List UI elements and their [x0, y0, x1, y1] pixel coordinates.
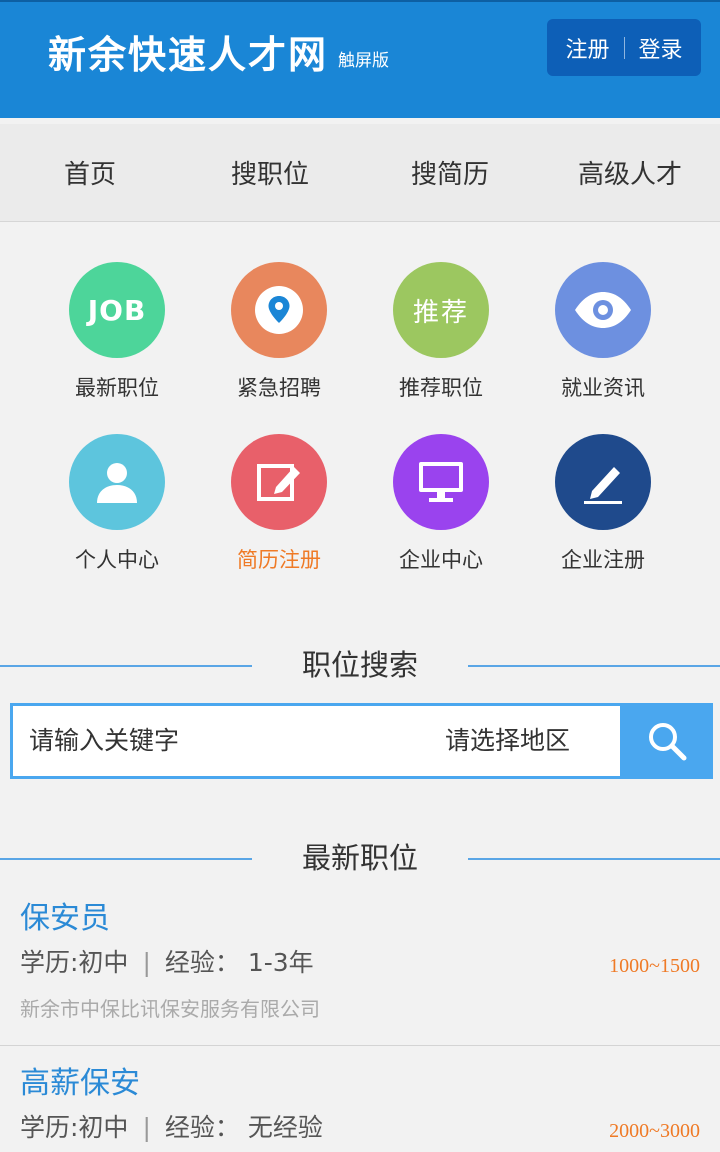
- job-title[interactable]: 保安员: [20, 893, 110, 937]
- job-salary: 1000~1500: [609, 955, 700, 977]
- nav-item-senior-talent[interactable]: 高级人才: [540, 124, 720, 221]
- grid-item-enterprise-register[interactable]: 企业注册: [523, 434, 683, 574]
- job-meta: 学历:初中 | 经验： 1-3年: [20, 943, 314, 979]
- eye-icon: [555, 262, 651, 358]
- meta-separator: |: [142, 948, 151, 977]
- nav-item-search-jobs[interactable]: 搜职位: [180, 124, 360, 221]
- header: 新余快速人才网 触屏版 注册 登录: [0, 0, 720, 118]
- recommend-icon: 推荐: [393, 262, 489, 358]
- nav-item-home[interactable]: 首页: [0, 124, 180, 221]
- auth-box: 注册 登录: [547, 19, 701, 76]
- edit-icon: [231, 434, 327, 530]
- grid-item-label: 就业资讯: [561, 376, 645, 400]
- grid-item-resume-register[interactable]: 简历注册: [199, 434, 359, 574]
- search-icon: [648, 723, 686, 761]
- job-experience: 经验： 1-3年: [164, 948, 314, 977]
- main-nav: 首页 搜职位 搜简历 高级人才: [0, 124, 720, 222]
- feature-grid: JOB 最新职位 紧急招聘 推荐 推荐职位 就业资讯 个人中心 简历注册 企业中…: [0, 222, 720, 622]
- login-button[interactable]: 登录: [639, 32, 683, 64]
- auth-divider: [623, 36, 625, 59]
- job-education: 学历:初中: [20, 1113, 129, 1142]
- latest-section-header: 最新职位: [0, 838, 720, 878]
- job-meta: 学历:初中 | 经验： 无经验: [20, 1108, 323, 1144]
- job-list-item[interactable]: 保安员 学历:初中 | 经验： 1-3年 1000~1500 新余市中保比讯保安服务…: [0, 893, 720, 1043]
- site-subtitle: 触屏版: [338, 51, 389, 71]
- grid-item-label: 推荐职位: [399, 376, 483, 400]
- grid-item-label: 企业注册: [561, 548, 645, 572]
- grid-item-label: 最新职位: [75, 376, 159, 400]
- job-salary: 2000~3000: [609, 1120, 700, 1142]
- job-company: 新余市中保比讯保安服务有限公司: [20, 997, 320, 1021]
- job-education: 学历:初中: [20, 948, 129, 977]
- site-title[interactable]: 新余快速人才网: [48, 24, 328, 79]
- grid-item-label: 企业中心: [399, 548, 483, 572]
- register-button[interactable]: 注册: [565, 32, 609, 64]
- meta-separator: |: [142, 1113, 151, 1142]
- nav-item-search-resumes[interactable]: 搜简历: [360, 124, 540, 221]
- monitor-icon: [393, 434, 489, 530]
- search-section-header: 职位搜索: [0, 645, 720, 685]
- user-icon: [69, 434, 165, 530]
- grid-item-label: 紧急招聘: [237, 376, 321, 400]
- job-title[interactable]: 高薪保安: [20, 1058, 140, 1102]
- search-button[interactable]: [620, 703, 713, 779]
- grid-item-latest-jobs[interactable]: JOB 最新职位: [37, 262, 197, 402]
- grid-item-personal-center[interactable]: 个人中心: [37, 434, 197, 574]
- keyword-input[interactable]: 请输入关键字: [29, 706, 179, 776]
- grid-item-enterprise-center[interactable]: 企业中心: [361, 434, 521, 574]
- grid-item-label: 个人中心: [75, 548, 159, 572]
- pen-icon: [555, 434, 651, 530]
- grid-item-employment-news[interactable]: 就业资讯: [523, 262, 683, 402]
- area-select[interactable]: 请选择地区: [445, 706, 570, 776]
- grid-item-label: 简历注册: [237, 548, 321, 572]
- search-bar: 请输入关键字 请选择地区: [10, 703, 713, 779]
- divider-line: [468, 665, 720, 667]
- job-list-item[interactable]: 高薪保安 学历:初中 | 经验： 无经验 2000~3000: [0, 1058, 720, 1152]
- grid-item-urgent-hiring[interactable]: 紧急招聘: [199, 262, 359, 402]
- grid-item-recommended-jobs[interactable]: 推荐 推荐职位: [361, 262, 521, 402]
- divider-line: [468, 858, 720, 860]
- job-experience: 经验： 无经验: [164, 1113, 323, 1142]
- location-pin-icon: [231, 262, 327, 358]
- list-divider: [0, 1045, 720, 1046]
- job-icon: JOB: [69, 262, 165, 358]
